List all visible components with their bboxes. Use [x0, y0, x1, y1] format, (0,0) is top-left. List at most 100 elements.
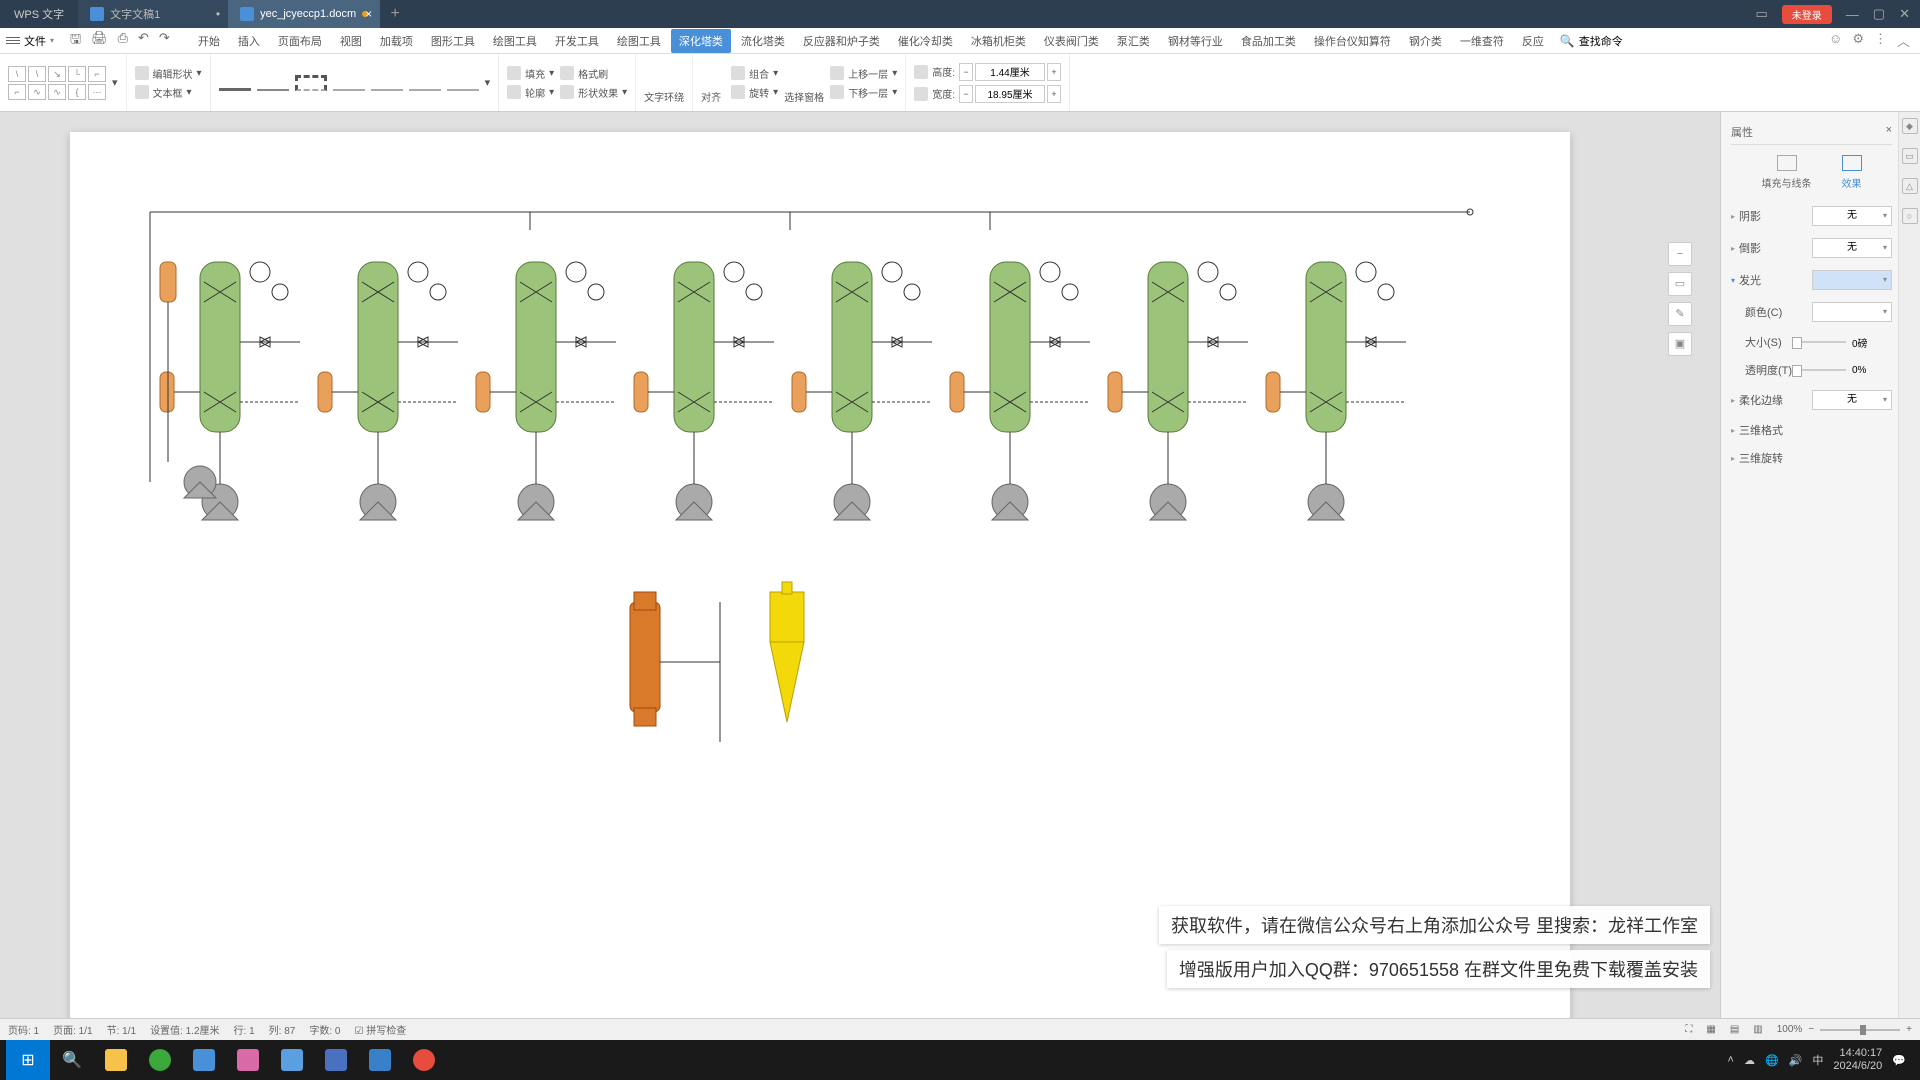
view-print-icon[interactable]: ▦: [1706, 1024, 1715, 1035]
tab-fill-line[interactable]: 填充与线条: [1762, 155, 1812, 190]
gear-icon[interactable]: ⚙: [1852, 31, 1864, 50]
ribbon-tab[interactable]: 一维查符: [1452, 29, 1512, 53]
ribbon-tab[interactable]: 钢介类: [1401, 29, 1450, 53]
align-button[interactable]: 对齐: [701, 61, 725, 104]
textbox-button[interactable]: 文本框▾: [135, 85, 202, 100]
ribbon-tab[interactable]: 催化冷却类: [890, 29, 961, 53]
shape-effect-button[interactable]: 形状效果▾: [560, 85, 627, 100]
ribbon-tab[interactable]: 食品加工类: [1233, 29, 1304, 53]
more-icon[interactable]: ⋮: [1874, 31, 1887, 50]
expand-icon[interactable]: ▾: [112, 76, 118, 89]
prop-3d[interactable]: ▸三维格式: [1731, 422, 1783, 438]
document-tab[interactable]: 文字文稿1 •: [78, 0, 228, 28]
close-icon[interactable]: ×: [365, 7, 372, 21]
ribbon-tab[interactable]: 深化塔类: [671, 29, 731, 53]
ribbon-tab[interactable]: 加载项: [372, 29, 421, 53]
ribbon-tab[interactable]: 反应: [1514, 29, 1552, 53]
ribbon-tab[interactable]: 开始: [190, 29, 228, 53]
view-web-icon[interactable]: ▤: [1730, 1024, 1739, 1035]
undo-icon[interactable]: ↶: [138, 30, 149, 52]
print-icon[interactable]: 🖨: [91, 30, 108, 52]
record-button[interactable]: [402, 1040, 446, 1080]
height-input[interactable]: [975, 63, 1045, 81]
search-button[interactable]: 🔍: [50, 1040, 94, 1080]
ribbon-tab[interactable]: 泵汇类: [1109, 29, 1158, 53]
tray-chevron-icon[interactable]: ˄: [1728, 1054, 1734, 1066]
width-input[interactable]: [975, 85, 1045, 103]
ribbon-tab[interactable]: 流化塔类: [733, 29, 793, 53]
prop-shadow[interactable]: ▸阴影: [1731, 208, 1761, 224]
minimize-button[interactable]: —: [1846, 7, 1859, 22]
ribbon-tab[interactable]: 绘图工具: [485, 29, 545, 53]
smiley-icon[interactable]: ☺: [1829, 31, 1842, 50]
ribbon-tab[interactable]: 钢材等行业: [1160, 29, 1231, 53]
shapes-gallery[interactable]: \\↘└⌐ ⌐∿∿{⋯ ▾: [0, 54, 127, 111]
status-page[interactable]: 页码: 1: [8, 1022, 39, 1037]
prop-soft[interactable]: ▸柔化边缘: [1731, 392, 1783, 408]
zoom-out-button[interactable]: −: [1668, 242, 1692, 266]
view-fullscreen-icon[interactable]: ⛶: [1685, 1024, 1692, 1035]
app-button-4[interactable]: [358, 1040, 402, 1080]
app-button-1[interactable]: [182, 1040, 226, 1080]
side-tab-1[interactable]: ◆: [1902, 118, 1918, 134]
ribbon-tab[interactable]: 视图: [332, 29, 370, 53]
close-icon[interactable]: •: [216, 7, 220, 21]
ribbon-tab[interactable]: 插入: [230, 29, 268, 53]
decrement-button[interactable]: −: [959, 85, 973, 103]
increment-button[interactable]: +: [1047, 85, 1061, 103]
outline-button[interactable]: 轮廓▾: [507, 85, 554, 100]
line-style-gallery[interactable]: ▾: [211, 54, 500, 111]
side-tab-4[interactable]: ○: [1902, 208, 1918, 224]
ribbon-tab[interactable]: 冰箱机柜类: [963, 29, 1034, 53]
ribbon-tab[interactable]: 页面布局: [270, 29, 330, 53]
trans-slider[interactable]: [1792, 369, 1846, 371]
ribbon-tab[interactable]: 开发工具: [547, 29, 607, 53]
edit-shape-button[interactable]: 编辑形状▾: [135, 66, 202, 81]
shadow-dropdown[interactable]: 无: [1812, 206, 1892, 226]
tablet-icon[interactable]: ▭: [1756, 6, 1768, 22]
side-tab-3[interactable]: △: [1902, 178, 1918, 194]
close-panel-icon[interactable]: ×: [1886, 124, 1892, 140]
save-icon[interactable]: 🖫: [70, 30, 81, 52]
new-tab-button[interactable]: +: [380, 5, 410, 23]
status-chars[interactable]: 字数: 0: [309, 1022, 340, 1037]
rotate-button[interactable]: 旋转▾: [731, 85, 778, 100]
redo-icon[interactable]: ↷: [159, 30, 170, 52]
fill-button[interactable]: 填充▾: [507, 66, 554, 81]
zoom-control[interactable]: 100%−+: [1777, 1024, 1912, 1035]
prop-reflect[interactable]: ▸倒影: [1731, 240, 1761, 256]
command-search[interactable]: 🔍 查找命令: [1560, 33, 1623, 49]
preview-icon[interactable]: ⎙: [118, 30, 128, 52]
clock[interactable]: 14:40:172024/6/20: [1833, 1047, 1882, 1073]
increment-button[interactable]: +: [1047, 63, 1061, 81]
status-pages[interactable]: 页面: 1/1: [53, 1022, 92, 1037]
maximize-button[interactable]: ▢: [1873, 6, 1885, 22]
color-dropdown[interactable]: [1812, 302, 1892, 322]
text-wrap-button[interactable]: 文字环绕: [644, 61, 684, 104]
explorer-button[interactable]: [94, 1040, 138, 1080]
selection-pane-button[interactable]: 选择窗格: [784, 61, 824, 104]
prop-3drot[interactable]: ▸三维旋转: [1731, 450, 1783, 466]
start-button[interactable]: ⊞: [6, 1040, 50, 1080]
close-button[interactable]: ✕: [1899, 6, 1910, 22]
tab-effects[interactable]: 效果: [1842, 155, 1862, 190]
tray-ime-icon[interactable]: 中: [1812, 1052, 1823, 1068]
notifications-icon[interactable]: 💬: [1892, 1054, 1906, 1067]
status-spell[interactable]: ☑ 拼写检查: [354, 1022, 406, 1037]
soft-dropdown[interactable]: 无: [1812, 390, 1892, 410]
ribbon-tab[interactable]: 操作台仪知算符: [1306, 29, 1399, 53]
down-layer-button[interactable]: 下移一层▾: [830, 85, 897, 100]
up-layer-button[interactable]: 上移一层▾: [830, 66, 897, 81]
group-button[interactable]: 组合▾: [731, 66, 778, 81]
tray-volume-icon[interactable]: 🔊: [1789, 1054, 1803, 1067]
ribbon-tab[interactable]: 反应器和炉子类: [795, 29, 888, 53]
collapse-ribbon-icon[interactable]: ︿: [1897, 31, 1910, 50]
document-tab-active[interactable]: yec_jcyeccp1.docm ×: [228, 0, 380, 28]
ribbon-tab[interactable]: 仪表阀门类: [1036, 29, 1107, 53]
ribbon-tab[interactable]: 绘图工具: [609, 29, 669, 53]
format-painter-button[interactable]: 格式刷: [560, 66, 627, 81]
page-nav-button[interactable]: ▭: [1668, 272, 1692, 296]
selection-tool-button[interactable]: ▣: [1668, 332, 1692, 356]
tray-network-icon[interactable]: 🌐: [1765, 1054, 1779, 1067]
file-menu[interactable]: 文件 ▾: [0, 33, 60, 49]
